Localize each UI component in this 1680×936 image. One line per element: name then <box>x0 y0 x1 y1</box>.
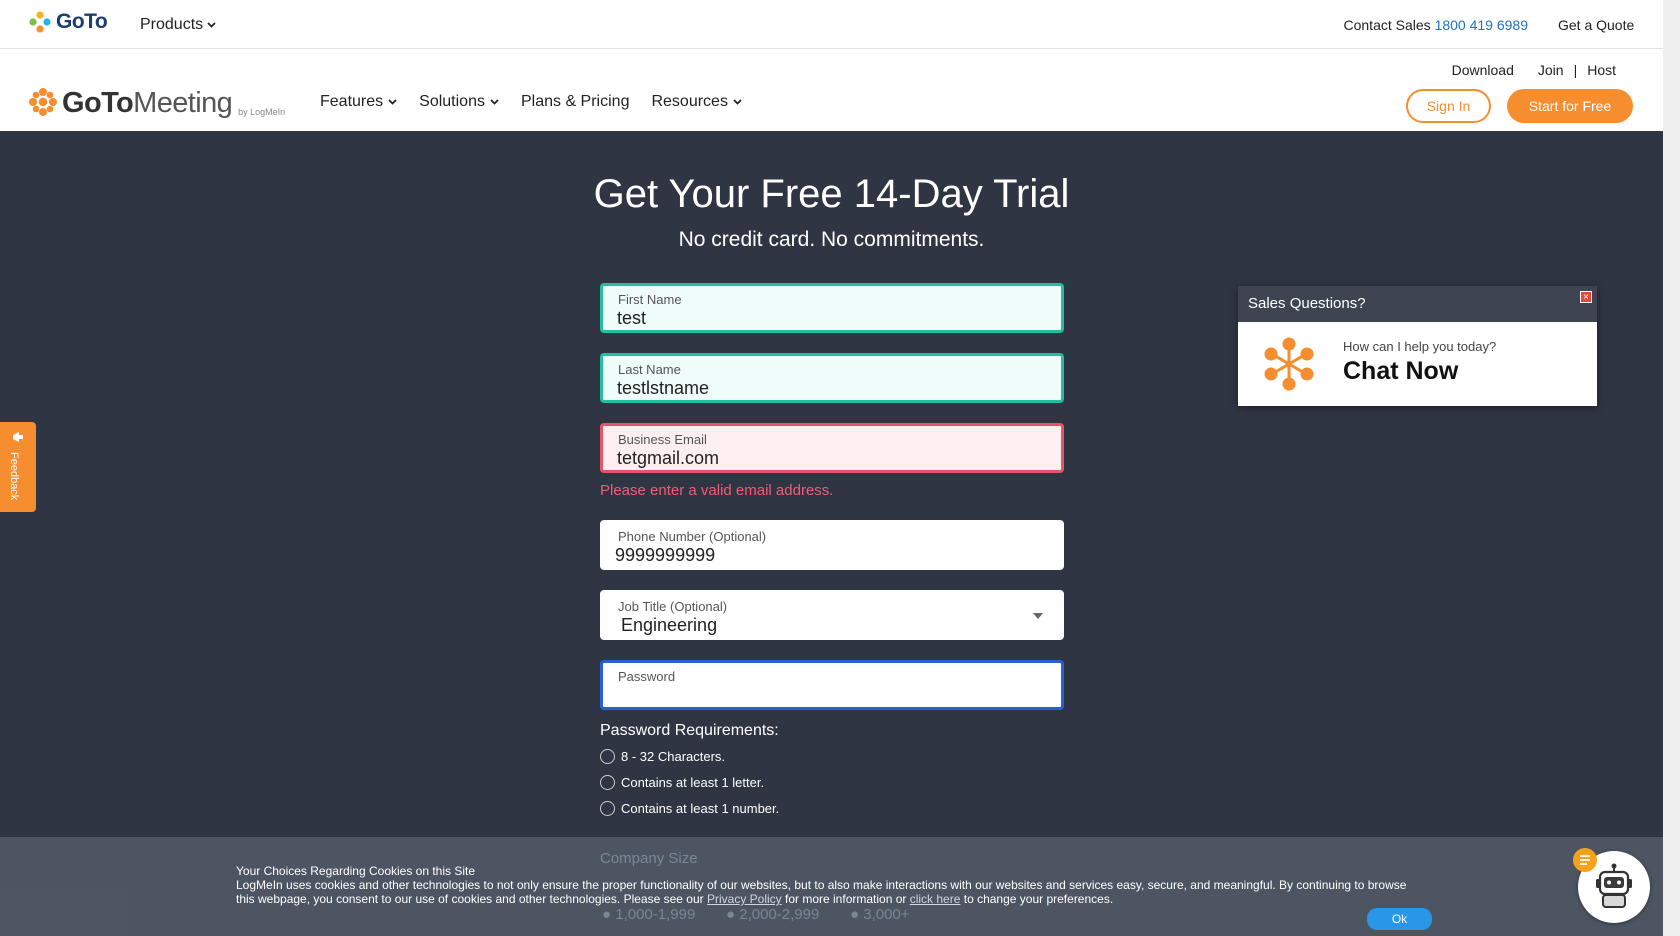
company-size-option[interactable]: ● 2,000-2,999 <box>726 906 819 923</box>
join-link[interactable]: Join <box>1538 62 1564 78</box>
nav-solutions-label: Solutions <box>419 93 485 110</box>
first-name-field[interactable]: First Name test <box>600 283 1064 333</box>
chat-body[interactable]: How can I help you today? Chat Now <box>1238 322 1597 406</box>
pw-requirement-label: Contains at least 1 letter. <box>621 775 765 790</box>
main-nav: GoToMeeting by LogMeIn Features Solution… <box>0 49 1663 131</box>
last-name-label: Last Name <box>618 362 681 377</box>
cookie-message: Your Choices Regarding Cookies on this S… <box>236 864 1416 906</box>
chevron-down-icon <box>207 22 216 28</box>
chevron-down-icon <box>733 99 742 105</box>
email-error-message: Please enter a valid email address. <box>600 482 834 499</box>
by-logmein-text: by LogMeIn <box>238 107 286 117</box>
page-title: Get Your Free 14-Day Trial <box>593 172 1070 216</box>
get-quote-link[interactable]: Get a Quote <box>1558 17 1634 33</box>
password-field[interactable]: Password <box>600 660 1064 710</box>
company-size-option[interactable]: ● 3,000+ <box>850 906 910 923</box>
chat-question: How can I help you today? <box>1343 339 1497 354</box>
pw-requirement-number: Contains at least 1 number. <box>600 801 779 816</box>
utility-separator: | <box>1573 62 1578 78</box>
feedback-label: Feedback <box>8 452 20 501</box>
phone-number-field[interactable]: Phone Number (Optional) 9999999999 <box>600 520 1064 570</box>
cookie-preferences-link[interactable]: click here <box>910 892 961 906</box>
chat-bubble-icon <box>1573 848 1597 872</box>
cookie-title: Your Choices Regarding Cookies on this S… <box>236 864 476 878</box>
job-title-value: Engineering <box>621 615 718 635</box>
pw-requirement-letter: Contains at least 1 letter. <box>600 775 764 790</box>
last-name-field[interactable]: Last Name testlstname <box>600 353 1064 403</box>
first-name-value: test <box>617 308 647 328</box>
password-requirements-heading: Password Requirements: <box>600 722 779 739</box>
contact-sales: Contact Sales 1800 419 6989 <box>1344 17 1529 33</box>
goto-logo-text: GoTo <box>56 10 108 33</box>
products-menu[interactable]: Products <box>140 16 216 34</box>
pw-requirement-label: 8 - 32 Characters. <box>621 749 726 764</box>
gotomeeting-logo-text: GoToMeeting <box>62 87 233 119</box>
sign-in-button[interactable]: Sign In <box>1406 89 1491 123</box>
goto-flower-icon <box>29 11 51 33</box>
host-link[interactable]: Host <box>1587 62 1616 78</box>
chat-header: Sales Questions? × <box>1238 286 1597 322</box>
chevron-down-icon <box>490 99 499 105</box>
phone-number-label: Phone Number (Optional) <box>618 529 767 544</box>
contact-sales-label: Contact Sales <box>1343 17 1431 33</box>
nav-plans-pricing[interactable]: Plans & Pricing <box>521 93 630 111</box>
megaphone-icon <box>13 432 23 442</box>
pw-requirement-label: Contains at least 1 number. <box>621 801 780 816</box>
gotomeeting-logo[interactable]: GoToMeeting by LogMeIn <box>28 87 286 119</box>
job-title-label: Job Title (Optional) <box>618 599 728 614</box>
feedback-tab[interactable]: Feedback <box>0 422 36 512</box>
download-link[interactable]: Download <box>1452 62 1514 78</box>
cookie-body: LogMeIn uses cookies and other technolog… <box>236 878 1407 906</box>
goto-logo[interactable]: GoTo <box>28 10 108 34</box>
asterisk-flower-icon <box>1264 337 1314 391</box>
company-size-option[interactable]: ● 1,000-1,999 <box>602 906 695 923</box>
nav-resources-label: Resources <box>651 93 728 110</box>
dropdown-caret-icon <box>1033 613 1043 619</box>
privacy-policy-link[interactable]: Privacy Policy <box>707 892 782 906</box>
sales-chat-widget: Sales Questions? × How can I help you to… <box>1238 286 1597 406</box>
password-label: Password <box>618 669 676 684</box>
requirement-status-icon <box>600 749 615 764</box>
nav-resources[interactable]: Resources <box>651 93 742 111</box>
gotomeeting-flower-icon <box>29 88 57 116</box>
first-name-label: First Name <box>618 292 682 307</box>
last-name-value: testlstname <box>617 378 710 398</box>
utility-links: Download Join | Host <box>1452 62 1616 78</box>
start-for-free-button[interactable]: Start for Free <box>1507 89 1633 123</box>
chat-header-title: Sales Questions? <box>1248 295 1366 312</box>
page-scrollbar[interactable] <box>1663 0 1680 936</box>
nav-solutions[interactable]: Solutions <box>419 93 499 111</box>
pw-requirement-length: 8 - 32 Characters. <box>600 749 725 764</box>
chat-now-button[interactable]: Chat Now <box>1343 357 1458 386</box>
contact-phone-link[interactable]: 1800 419 6989 <box>1435 17 1528 33</box>
products-label: Products <box>140 16 204 33</box>
close-icon[interactable]: × <box>1580 291 1592 303</box>
nav-features-label: Features <box>320 93 384 110</box>
business-email-label: Business Email <box>618 432 707 447</box>
requirement-status-icon <box>600 801 615 816</box>
page-subtitle: No credit card. No commitments. <box>678 228 985 251</box>
business-email-value: tetgmail.com <box>617 448 720 468</box>
business-email-field[interactable]: Business Email tetgmail.com <box>600 423 1064 473</box>
top-bar: GoTo Products Contact Sales 1800 419 698… <box>0 0 1663 49</box>
robot-icon <box>1596 863 1632 908</box>
requirement-status-icon <box>600 775 615 790</box>
chevron-down-icon <box>388 99 397 105</box>
phone-number-value: 9999999999 <box>615 545 716 565</box>
job-title-select[interactable]: Job Title (Optional) Engineering <box>600 590 1064 640</box>
cookie-ok-button[interactable]: Ok <box>1367 908 1432 930</box>
nav-features[interactable]: Features <box>320 93 397 111</box>
nav-links: Features Solutions Plans & Pricing Resou… <box>320 93 742 111</box>
